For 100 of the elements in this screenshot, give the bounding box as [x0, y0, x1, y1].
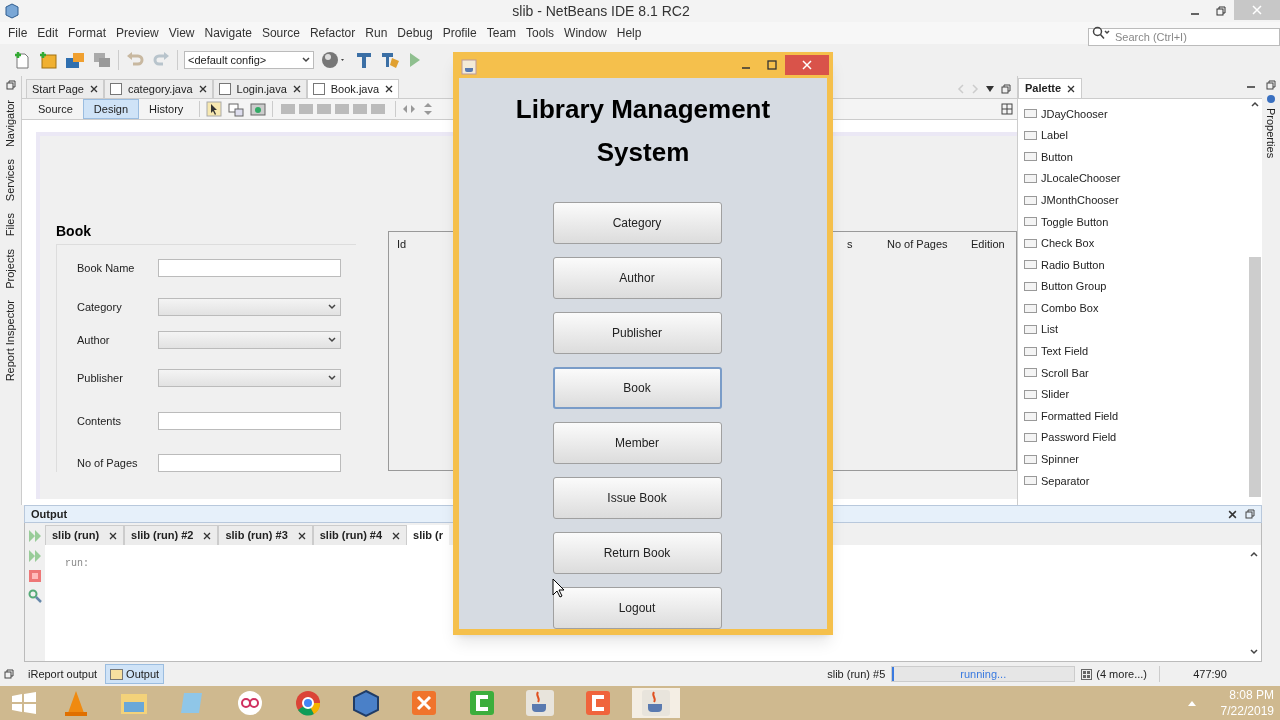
run-tab[interactable]: slib (run) #3: [218, 525, 313, 545]
close-icon[interactable]: [90, 85, 98, 93]
output-window-tab[interactable]: Output: [105, 664, 165, 684]
close-icon[interactable]: [203, 531, 212, 540]
open-folder-icon[interactable]: [64, 50, 86, 70]
palette-item[interactable]: Password Field: [1041, 429, 1117, 446]
clean-build-icon[interactable]: [380, 50, 402, 70]
text-field[interactable]: [158, 412, 341, 430]
side-tab[interactable]: Files: [2, 213, 19, 237]
new-project-icon[interactable]: [38, 50, 58, 70]
palette-tab[interactable]: Palette: [1018, 78, 1083, 98]
menu-item[interactable]: Refactor: [304, 24, 361, 42]
menu-item[interactable]: Format: [63, 24, 112, 42]
select-mode-icon[interactable]: [206, 101, 223, 117]
menu-item[interactable]: Window: [559, 24, 612, 42]
combo-box[interactable]: [158, 298, 341, 316]
menu-item[interactable]: Tools: [521, 24, 560, 42]
scroll-thumb[interactable]: [1249, 257, 1261, 497]
more-tasks-link[interactable]: (4 more...): [1096, 665, 1147, 683]
scroll-up-icon[interactable]: [1251, 101, 1259, 107]
side-tab[interactable]: Projects: [2, 248, 19, 289]
menu-item[interactable]: Profile: [437, 24, 482, 42]
palette-item[interactable]: JLocaleChooser: [1041, 170, 1121, 187]
menu-item[interactable]: Edit: [32, 24, 64, 42]
palette-item[interactable]: List: [1041, 321, 1059, 338]
dropdown-triangle-icon[interactable]: [985, 85, 995, 93]
play-icon[interactable]: [408, 50, 422, 70]
menu-item[interactable]: Preview: [111, 24, 164, 42]
view-tab[interactable]: Design: [82, 99, 140, 119]
preview-icon[interactable]: [250, 101, 267, 117]
palette-item[interactable]: Toggle Button: [1041, 213, 1109, 230]
view-tab[interactable]: History: [139, 99, 194, 119]
menu-button[interactable]: Publisher: [552, 312, 722, 354]
menu-item[interactable]: Team: [481, 24, 522, 42]
side-tab[interactable]: Properties: [1262, 108, 1280, 159]
restore-window-icon[interactable]: [1001, 84, 1011, 94]
palette-item[interactable]: Radio Button: [1041, 256, 1105, 274]
menu-item[interactable]: View: [163, 24, 200, 42]
grid-icon[interactable]: [1001, 103, 1013, 115]
palette-item[interactable]: Scroll Bar: [1041, 364, 1089, 382]
palette-item[interactable]: Button Group: [1041, 278, 1107, 295]
palette-item[interactable]: Combo Box: [1041, 299, 1099, 317]
menu-button[interactable]: Member: [552, 422, 722, 464]
close-icon[interactable]: [297, 531, 306, 540]
palette-item[interactable]: Formatted Field: [1041, 407, 1119, 425]
editor-tab[interactable]: Login.java: [212, 79, 307, 98]
editor-tab[interactable]: Book.java: [306, 79, 400, 98]
side-tab[interactable]: Report Inspector: [2, 300, 19, 382]
menu-button[interactable]: Book: [552, 367, 722, 409]
menu-item[interactable]: Source: [256, 24, 305, 42]
palette-item[interactable]: Check Box: [1041, 235, 1095, 252]
close-icon[interactable]: [109, 531, 118, 540]
close-icon[interactable]: [1228, 509, 1237, 519]
palette-item[interactable]: Spinner: [1041, 451, 1079, 468]
close-icon[interactable]: [292, 85, 301, 93]
windows-stack-icon[interactable]: [92, 50, 112, 70]
side-tab[interactable]: Services: [2, 159, 19, 202]
menu-item[interactable]: Help: [611, 24, 647, 42]
coffee-cup-icon[interactable]: [632, 688, 680, 718]
menu-item[interactable]: Debug: [392, 24, 438, 42]
tasks-icon[interactable]: [1081, 668, 1093, 680]
palette-item[interactable]: JMonthChooser: [1041, 191, 1119, 209]
properties-icon[interactable]: [1266, 94, 1276, 104]
resize-horizontal-icon[interactable]: [402, 103, 417, 115]
menu-button[interactable]: Issue Book: [552, 477, 722, 519]
palette-item[interactable]: Text Field: [1041, 343, 1089, 360]
restore-window-icon[interactable]: [5, 80, 16, 90]
palette-item[interactable]: Button: [1041, 148, 1073, 166]
side-tab[interactable]: Navigator: [2, 100, 19, 148]
run-tab[interactable]: slib (run) #2: [124, 525, 219, 545]
combo-box[interactable]: [158, 331, 341, 349]
output-window-tab[interactable]: iReport output: [24, 664, 102, 684]
close-icon[interactable]: [392, 531, 401, 540]
menu-button[interactable]: Return Book: [552, 532, 722, 574]
close-icon[interactable]: [198, 85, 207, 93]
close-button[interactable]: [785, 55, 829, 75]
menu-button[interactable]: Logout: [552, 587, 722, 629]
hammer-icon[interactable]: [354, 50, 374, 70]
connection-mode-icon[interactable]: [228, 101, 245, 117]
editor-tab[interactable]: Start Page: [26, 79, 104, 98]
close-icon[interactable]: [385, 85, 394, 93]
palette-item[interactable]: JDayChooser: [1041, 105, 1108, 123]
resize-vertical-icon[interactable]: [422, 102, 435, 116]
view-tab[interactable]: Source: [28, 99, 83, 119]
minimize-icon[interactable]: [1246, 86, 1256, 88]
palette-item[interactable]: Label: [1041, 127, 1068, 144]
restore-window-icon[interactable]: [1266, 80, 1276, 90]
text-field[interactable]: [158, 454, 341, 472]
menu-button[interactable]: Category: [552, 202, 722, 244]
combo-box[interactable]: [158, 369, 341, 387]
editor-tab[interactable]: category.java: [104, 79, 213, 98]
stop-icon[interactable]: [28, 569, 42, 583]
palette-item[interactable]: Separator: [1041, 472, 1090, 490]
restore-window-icon[interactable]: [1245, 509, 1255, 519]
scroll-up-icon[interactable]: [1250, 551, 1258, 557]
text-field[interactable]: [158, 259, 341, 277]
menu-button[interactable]: Author: [552, 257, 722, 299]
run-tab[interactable]: slib (r: [407, 525, 450, 545]
run-tab[interactable]: slib (run): [45, 525, 125, 545]
run-tab[interactable]: slib (run) #4: [312, 525, 408, 545]
